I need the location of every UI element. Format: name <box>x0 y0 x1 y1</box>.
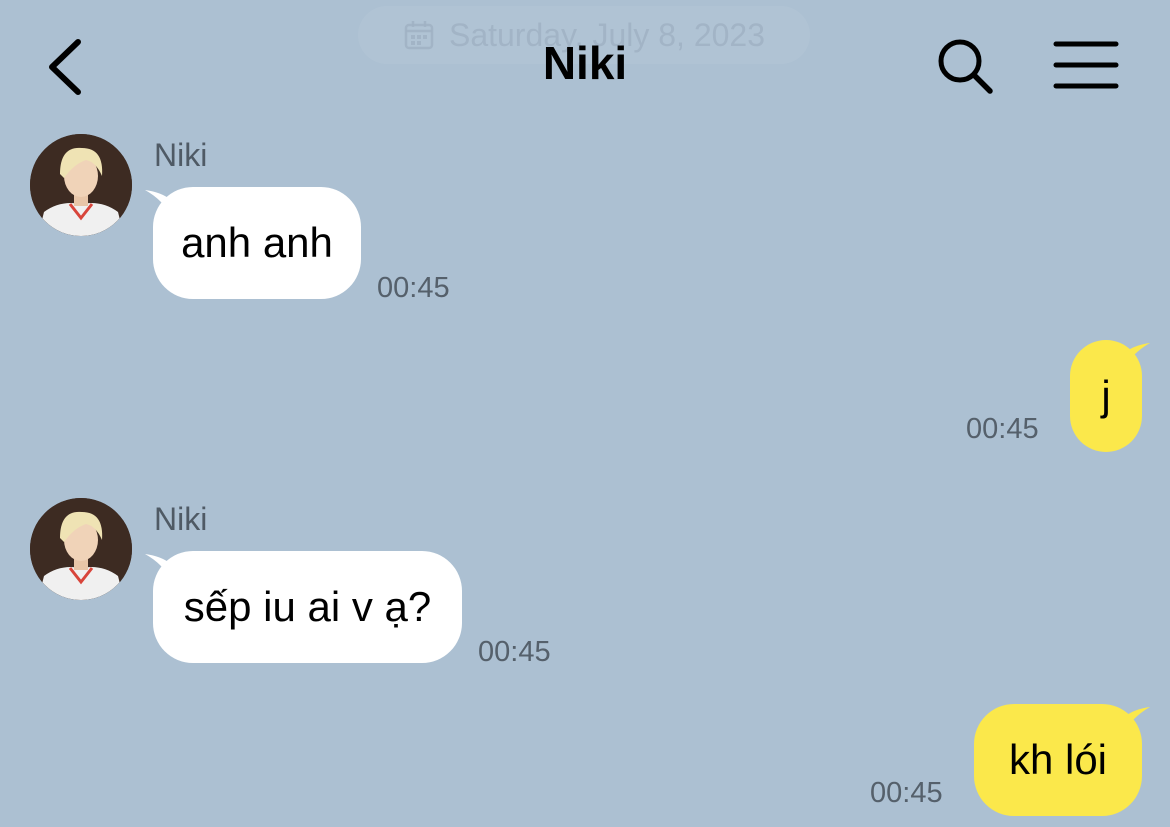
profile-photo <box>30 134 132 236</box>
calendar-icon <box>404 21 434 50</box>
message-bubble[interactable]: sếp iu ai v ạ? <box>153 551 462 663</box>
back-button[interactable] <box>38 32 94 102</box>
message-bubble[interactable]: kh lói <box>974 704 1142 816</box>
message-time: 00:45 <box>377 272 450 304</box>
menu-button[interactable] <box>1050 38 1122 94</box>
message-text: j <box>1101 372 1111 419</box>
message-time: 00:45 <box>478 636 551 668</box>
message-text: sếp iu ai v ạ? <box>183 583 432 630</box>
message-text: kh lói <box>1008 736 1108 783</box>
hamburger-menu-icon <box>1053 41 1119 89</box>
date-label: Saturday, July 8, 2023 <box>448 16 766 53</box>
message-time: 00:45 <box>870 777 943 809</box>
avatar[interactable] <box>30 498 132 600</box>
message-bubble[interactable]: anh anh <box>153 187 361 299</box>
bubble-tail <box>1124 707 1150 733</box>
bubble-tail <box>1124 343 1150 369</box>
search-button[interactable] <box>930 34 1000 100</box>
search-icon <box>938 39 993 94</box>
message-text: anh anh <box>181 219 333 266</box>
back-chevron-icon <box>49 39 81 95</box>
sender-name: Niki <box>154 137 208 173</box>
avatar[interactable] <box>30 134 132 236</box>
message-time: 00:45 <box>966 413 1039 445</box>
date-divider: Saturday, July 8, 2023 <box>358 6 810 64</box>
sender-name: Niki <box>154 501 208 537</box>
chat-header: Saturday, July 8, 2023 Niki <box>0 0 1170 132</box>
profile-photo <box>30 498 132 600</box>
